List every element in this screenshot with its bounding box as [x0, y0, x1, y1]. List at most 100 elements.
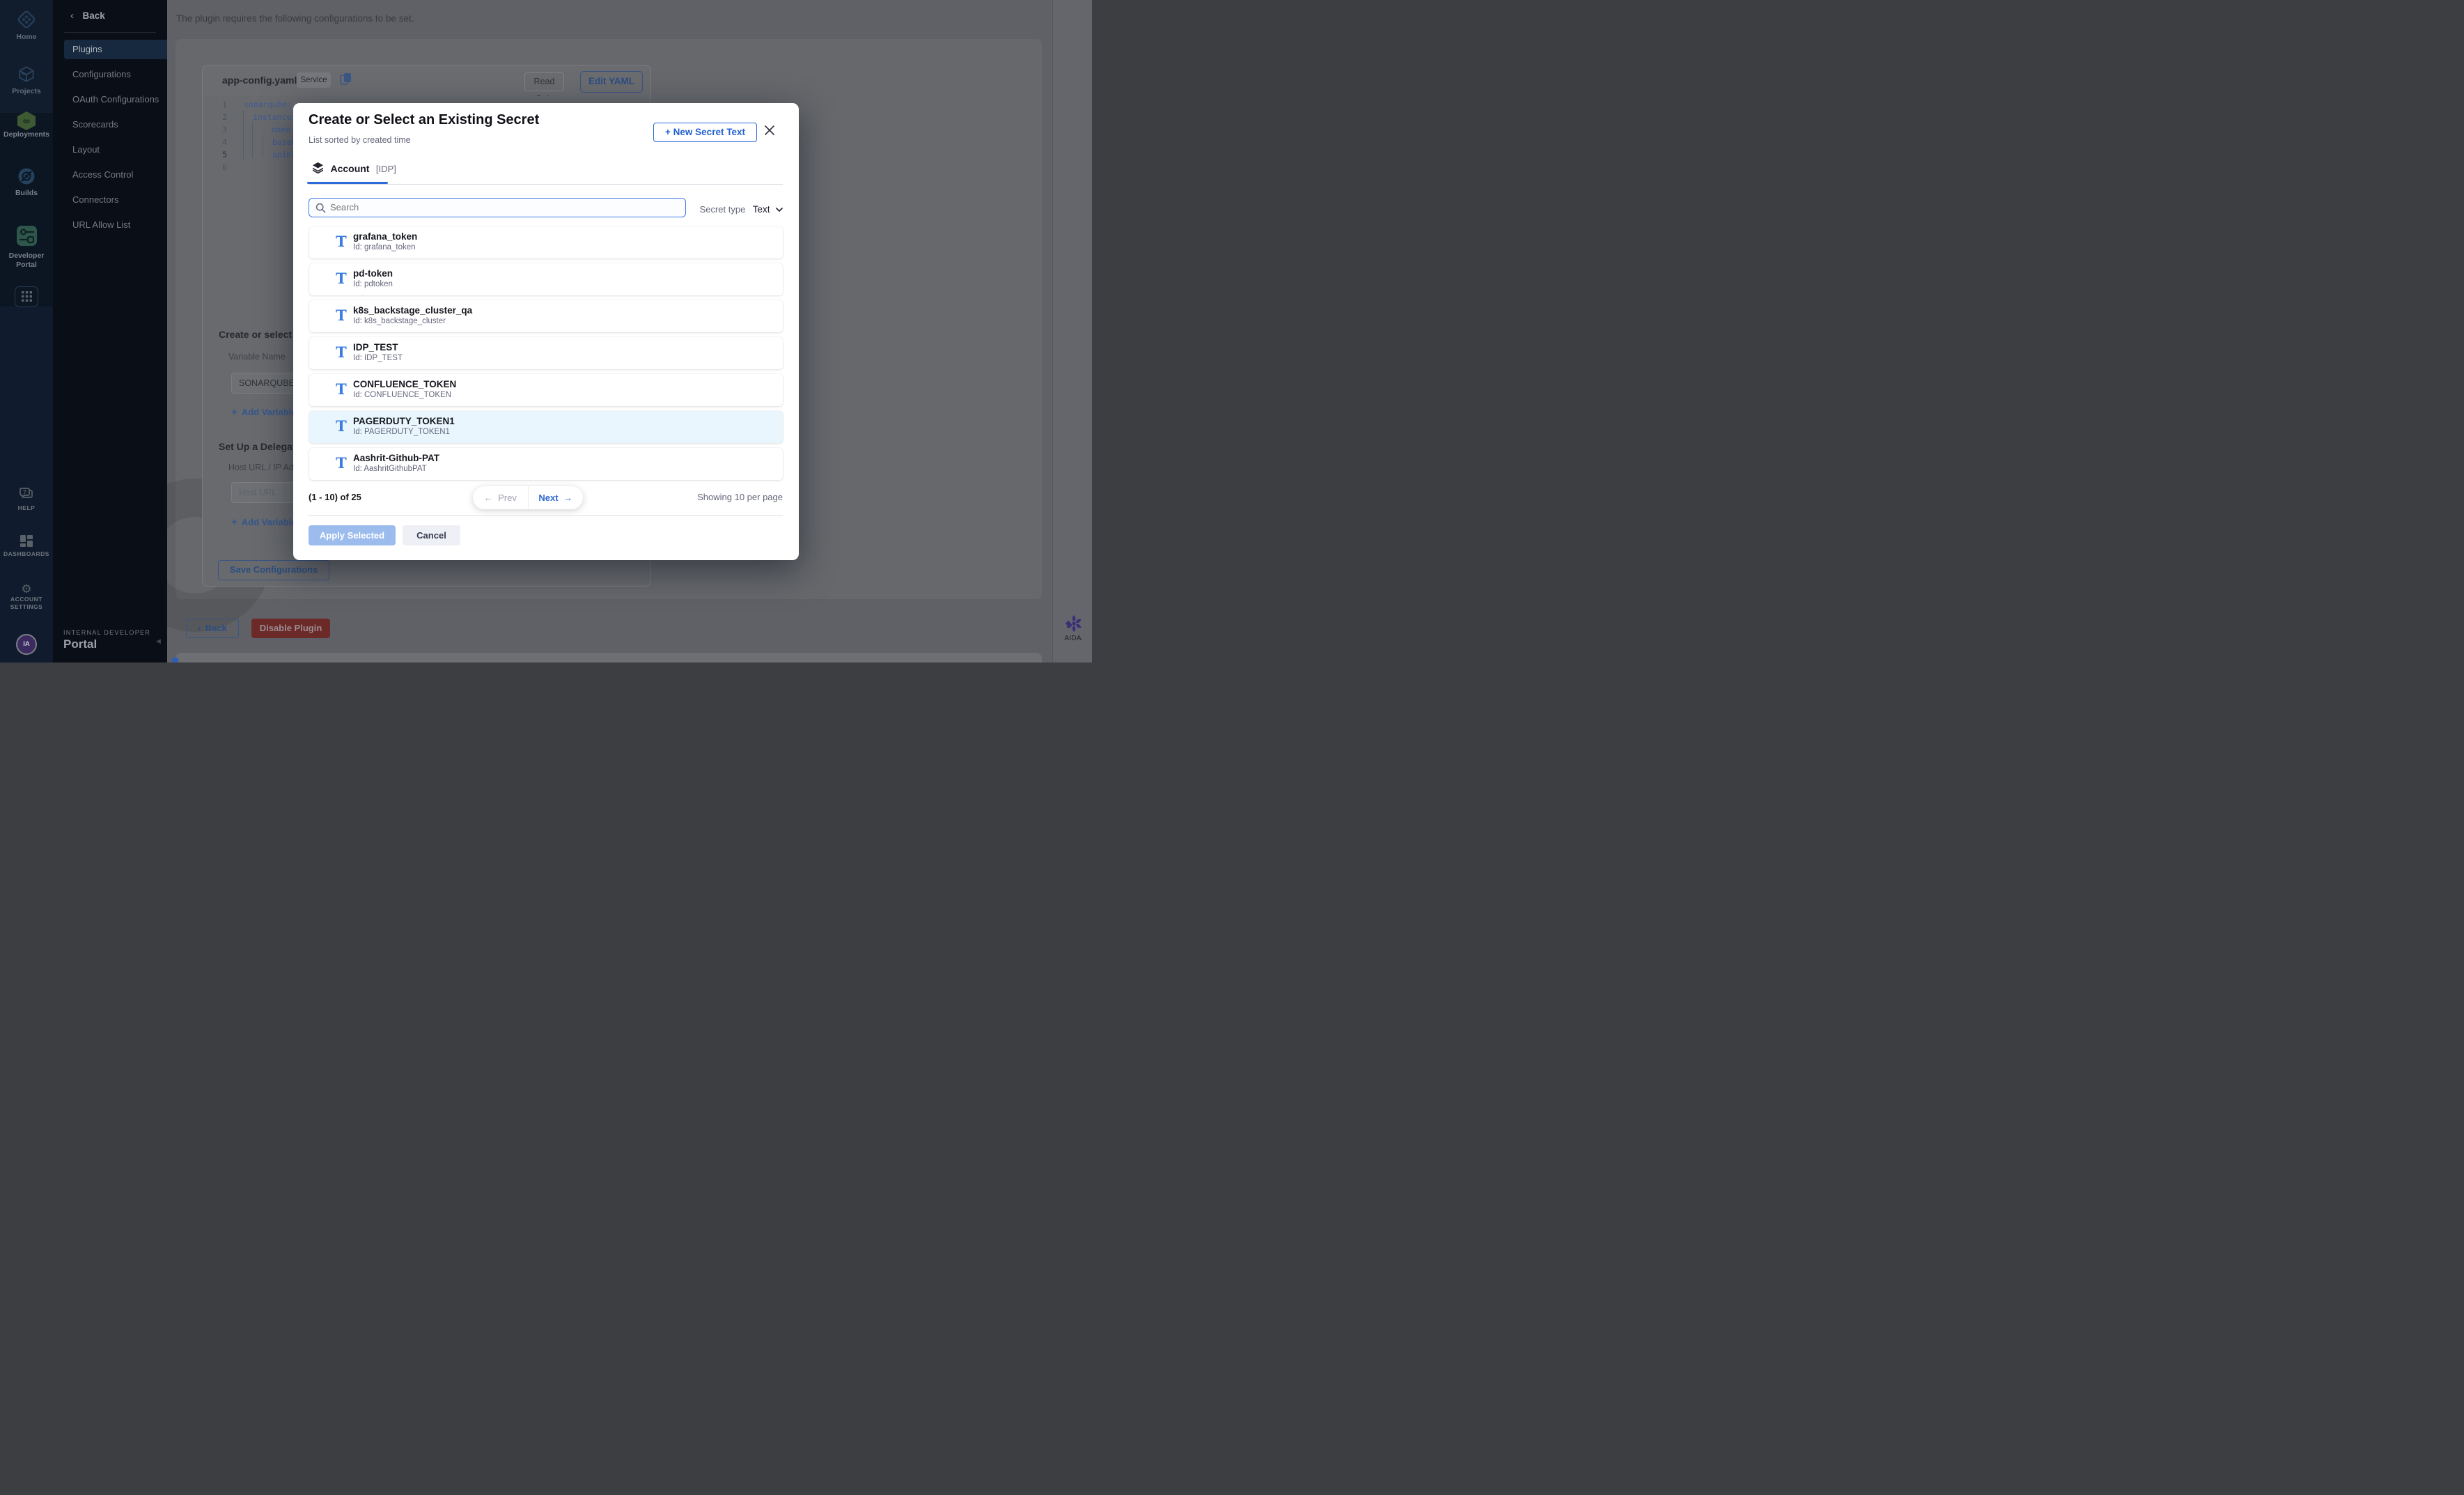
- apply-selected-button[interactable]: Apply Selected: [309, 525, 396, 545]
- new-secret-text-button[interactable]: + New Secret Text: [653, 123, 757, 142]
- secret-id: Id: AashritGithubPAT: [353, 465, 427, 473]
- secret-id: Id: CONFLUENCE_TOKEN: [353, 391, 451, 399]
- active-tab-underline: [307, 182, 388, 185]
- secret-name: PAGERDUTY_TOKEN1: [353, 416, 455, 426]
- chevron-left-icon: ‹: [198, 623, 201, 633]
- read-only-toggle[interactable]: Read Only: [524, 72, 564, 91]
- sidebar-item-oauth-configurations[interactable]: OAuth Configurations: [53, 90, 167, 109]
- sidebar-item-projects[interactable]: Projects: [0, 65, 53, 96]
- prev-label: Prev: [498, 493, 517, 503]
- tab-account-idp[interactable]: Account [IDP]: [313, 162, 396, 178]
- sidebar-item-account-settings[interactable]: ⚙ ACCOUNT SETTINGS: [0, 582, 53, 611]
- save-configurations-button[interactable]: Save Configurations: [218, 560, 329, 580]
- text-secret-icon: T: [335, 379, 348, 400]
- sidebar-item-label: DASHBOARDS: [0, 550, 53, 558]
- sidebar-item-home[interactable]: Home: [0, 10, 53, 42]
- sidebar-item-layout[interactable]: Layout: [53, 140, 167, 160]
- subnav-item-label: URL Allow List: [72, 219, 130, 230]
- secret-type-value: Text: [753, 204, 770, 215]
- sidebar-item-access-control[interactable]: Access Control: [53, 165, 167, 185]
- text-secret-icon: T: [335, 416, 348, 437]
- line-number: 1: [206, 100, 227, 109]
- sidebar-item-deployments[interactable]: ∞ Deployments: [0, 111, 53, 139]
- sidebar-item-configurations[interactable]: Configurations: [53, 65, 167, 84]
- secret-id: Id: pdtoken: [353, 280, 393, 288]
- secret-row[interactable]: T CONFLUENCE_TOKEN Id: CONFLUENCE_TOKEN: [309, 374, 783, 406]
- add-variable-label: Add Variable: [242, 407, 297, 417]
- aida-label: AIDA: [1053, 634, 1092, 642]
- sidebar-item-dashboards[interactable]: DASHBOARDS: [0, 535, 53, 558]
- next-page-button[interactable]: Next →: [529, 493, 584, 503]
- builds-icon: [17, 167, 36, 189]
- copy-icon[interactable]: [340, 72, 352, 89]
- back-nav-button[interactable]: ‹ Back: [70, 10, 105, 24]
- back-nav-label: Back: [82, 10, 104, 21]
- brand-block: INTERNAL DEVELOPER Portal: [63, 629, 150, 651]
- sidebar-item-developer-portal[interactable]: Developer Portal: [0, 226, 53, 270]
- secret-row[interactable]: T k8s_backstage_cluster_qa Id: k8s_backs…: [309, 300, 783, 332]
- sidebar-item-builds[interactable]: Builds: [0, 167, 53, 198]
- text-secret-icon: T: [335, 231, 348, 252]
- code-line: sonarqube:: [244, 100, 292, 109]
- secret-row[interactable]: T grafana_token Id: grafana_token: [309, 226, 783, 258]
- search-box: [309, 198, 686, 217]
- delegate-heading: Set Up a Delegate: [219, 441, 301, 452]
- secret-row-selected[interactable]: T PAGERDUTY_TOKEN1 Id: PAGERDUTY_TOKEN1: [309, 411, 783, 443]
- secret-name: Aashrit-Github-PAT: [353, 453, 439, 463]
- variable-name-label: Variable Name: [228, 352, 286, 362]
- subnav-item-label: Plugins: [72, 44, 102, 54]
- sidebar-item-plugins[interactable]: Plugins: [64, 40, 167, 59]
- add-variable-link[interactable]: +Add Variable: [231, 516, 297, 528]
- secret-id: Id: IDP_TEST: [353, 354, 403, 362]
- avatar[interactable]: IA: [16, 634, 37, 655]
- close-icon[interactable]: [764, 125, 775, 139]
- sidebar-item-connectors[interactable]: Connectors: [53, 190, 167, 210]
- sidebar-item-scorecards[interactable]: Scorecards: [53, 115, 167, 134]
- module-switcher-button[interactable]: [0, 286, 53, 307]
- indent-guide: [243, 110, 244, 160]
- subnav-item-label: OAuth Configurations: [72, 94, 159, 104]
- secret-select-modal: Create or Select an Existing Secret List…: [293, 103, 799, 560]
- secret-row[interactable]: T Aashrit-Github-PAT Id: AashritGithubPA…: [309, 448, 783, 480]
- collapse-sidebar-icon[interactable]: ◀: [156, 637, 161, 645]
- tab-scope: [IDP]: [376, 164, 396, 174]
- left-nav-section-modules: [0, 113, 53, 307]
- indent-guide: [252, 123, 253, 158]
- subnav-item-label: Connectors: [72, 194, 118, 205]
- line-number: 6: [206, 162, 227, 172]
- plus-icon: +: [231, 516, 237, 528]
- aida-rail: AIDA: [1052, 0, 1092, 663]
- cancel-button[interactable]: Cancel: [403, 525, 460, 545]
- avatar-initials: IA: [23, 640, 30, 648]
- code-line: instances: [253, 112, 296, 122]
- brand-title: Portal: [63, 637, 150, 651]
- clipped-blue-element: [172, 658, 178, 663]
- sidebar-item-label: ACCOUNT: [0, 596, 53, 603]
- edit-yaml-button[interactable]: Edit YAML: [580, 71, 643, 93]
- pagination-pill: ← Prev Next →: [473, 486, 583, 509]
- sidebar-item-label: Developer: [0, 251, 53, 261]
- sidebar-item-label: Deployments: [0, 130, 53, 139]
- secret-row[interactable]: T pd-token Id: pdtoken: [309, 263, 783, 295]
- sidebar-item-url-allow-list[interactable]: URL Allow List: [53, 215, 167, 235]
- arrow-left-icon: ←: [484, 493, 493, 503]
- brand-eyebrow: INTERNAL DEVELOPER: [63, 629, 150, 636]
- sidebar-item-label: HELP: [0, 504, 53, 512]
- secret-type-dropdown[interactable]: Secret type Text: [683, 203, 783, 216]
- intro-text: The plugin requires the following config…: [176, 13, 414, 24]
- modal-title: Create or Select an Existing Secret: [309, 112, 539, 128]
- sidebar-item-help[interactable]: ? HELP: [0, 488, 53, 512]
- tab-label: Account: [330, 163, 369, 174]
- back-button[interactable]: ‹Back: [186, 619, 239, 638]
- sidebar-item-label: Projects: [0, 87, 53, 96]
- service-badge: Service: [297, 72, 331, 88]
- secret-row[interactable]: T IDP_TEST Id: IDP_TEST: [309, 337, 783, 369]
- subnav-item-label: Access Control: [72, 169, 133, 180]
- aida-icon[interactable]: [1065, 614, 1083, 636]
- next-label: Next: [538, 493, 558, 503]
- line-number: 4: [206, 137, 227, 147]
- search-input[interactable]: [330, 199, 678, 215]
- add-variable-link[interactable]: +Add Variable: [231, 406, 297, 418]
- disable-plugin-button[interactable]: Disable Plugin: [251, 619, 330, 638]
- prev-page-button[interactable]: ← Prev: [473, 493, 528, 503]
